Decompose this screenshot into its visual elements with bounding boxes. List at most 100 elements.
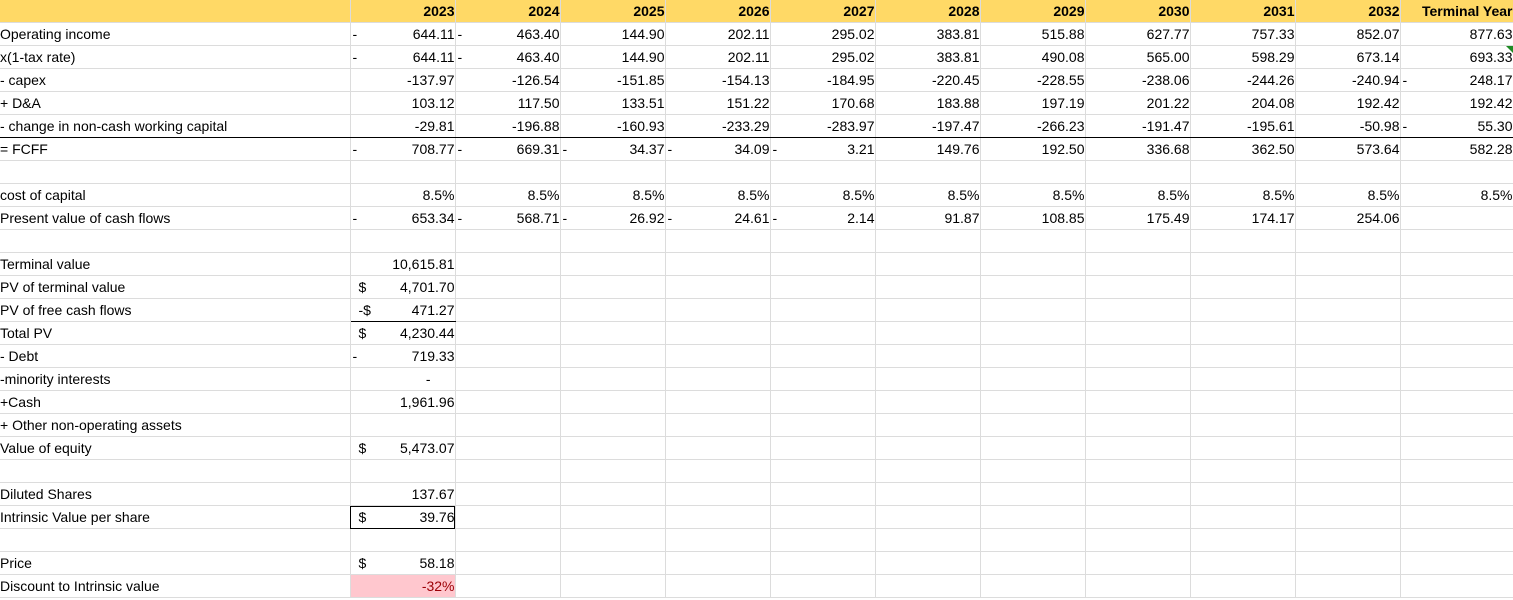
empty-cell[interactable] [1085, 344, 1191, 368]
empty-cell[interactable] [1295, 482, 1401, 506]
empty-cell[interactable] [665, 252, 771, 276]
empty-cell[interactable] [1295, 160, 1401, 184]
empty-cell[interactable] [455, 459, 561, 483]
value-cell[interactable]: - 669.31 [455, 137, 561, 161]
value-cell[interactable]: -191.47 [1085, 114, 1191, 138]
empty-cell[interactable] [980, 252, 1086, 276]
value-cell[interactable]: 144.90 [560, 45, 666, 69]
empty-cell[interactable] [1085, 413, 1191, 437]
value-cell[interactable]: 582.28 [1400, 137, 1513, 161]
value-cell[interactable]: 91.87 [875, 206, 981, 230]
value-cell[interactable]: 151.22 [665, 91, 771, 115]
row-label[interactable]: cost of capital [0, 183, 351, 207]
empty-cell[interactable] [980, 390, 1086, 414]
empty-cell[interactable] [770, 574, 876, 598]
empty-cell[interactable] [1190, 551, 1296, 575]
value-cell[interactable]: 204.08 [1190, 91, 1296, 115]
value-cell[interactable]: 362.50 [1190, 137, 1296, 161]
empty-cell[interactable] [1085, 436, 1191, 460]
value-cell[interactable]: 757.33 [1190, 22, 1296, 46]
empty-cell[interactable] [455, 551, 561, 575]
empty-cell[interactable] [875, 275, 981, 299]
empty-cell[interactable] [455, 505, 561, 529]
value-cell[interactable]: -197.47 [875, 114, 981, 138]
value-cell[interactable]: -228.55 [980, 68, 1086, 92]
value-cell[interactable]: 103.12 [350, 91, 456, 115]
empty-cell[interactable] [1400, 367, 1513, 391]
value-cell[interactable]: - 463.40 [455, 22, 561, 46]
empty-cell[interactable] [875, 344, 981, 368]
value-cell[interactable]: -32% [350, 574, 456, 598]
value-cell[interactable]: 8.5% [1085, 183, 1191, 207]
empty-cell[interactable] [455, 482, 561, 506]
empty-cell[interactable] [770, 390, 876, 414]
empty-cell[interactable] [665, 551, 771, 575]
row-label[interactable]: Diluted Shares [0, 482, 351, 506]
value-cell[interactable]: - 653.34 [350, 206, 456, 230]
row-label[interactable]: PV of free cash flows [0, 298, 351, 322]
value-cell[interactable]: 852.07 [1295, 22, 1401, 46]
value-cell[interactable]: 201.22 [1085, 91, 1191, 115]
empty-cell[interactable] [770, 160, 876, 184]
empty-cell[interactable] [455, 528, 561, 552]
empty-cell[interactable] [1190, 459, 1296, 483]
empty-cell[interactable] [1400, 252, 1513, 276]
empty-cell[interactable] [560, 367, 666, 391]
empty-cell[interactable] [560, 229, 666, 253]
empty-cell[interactable] [1295, 436, 1401, 460]
header-year[interactable]: 2025 [560, 0, 666, 23]
empty-cell[interactable] [875, 436, 981, 460]
value-cell[interactable]: -$ 471.27 [350, 298, 456, 322]
value-cell[interactable]: -196.88 [455, 114, 561, 138]
value-cell[interactable]: 10,615.81 [350, 252, 456, 276]
empty-cell[interactable] [770, 551, 876, 575]
empty-cell[interactable] [560, 252, 666, 276]
empty-cell[interactable] [455, 229, 561, 253]
empty-cell[interactable] [1295, 321, 1401, 345]
empty-cell[interactable] [1295, 275, 1401, 299]
empty-cell[interactable] [1295, 574, 1401, 598]
empty-cell[interactable] [980, 344, 1086, 368]
value-cell[interactable]: 192.42 [1295, 91, 1401, 115]
empty-cell[interactable] [665, 390, 771, 414]
empty-cell[interactable] [665, 321, 771, 345]
row-label[interactable]: -minority interests [0, 367, 351, 391]
empty-cell[interactable] [1295, 459, 1401, 483]
empty-cell[interactable] [875, 160, 981, 184]
value-cell[interactable]: 598.29 [1190, 45, 1296, 69]
empty-cell[interactable] [665, 275, 771, 299]
empty-cell[interactable] [1190, 390, 1296, 414]
value-cell[interactable]: 693.33 [1400, 45, 1513, 69]
header-year[interactable]: 2032 [1295, 0, 1401, 23]
empty-cell[interactable] [350, 229, 456, 253]
empty-cell[interactable] [1400, 528, 1513, 552]
empty-cell[interactable] [875, 413, 981, 437]
value-cell[interactable]: 515.88 [980, 22, 1086, 46]
empty-cell[interactable] [455, 574, 561, 598]
value-cell[interactable]: - 644.11 [350, 22, 456, 46]
value-cell[interactable]: -220.45 [875, 68, 981, 92]
value-cell[interactable]: 108.85 [980, 206, 1086, 230]
empty-cell[interactable] [455, 344, 561, 368]
empty-cell[interactable] [560, 574, 666, 598]
row-label[interactable]: Value of equity [0, 436, 351, 460]
empty-cell[interactable] [665, 482, 771, 506]
empty-cell[interactable] [1085, 275, 1191, 299]
value-cell[interactable]: $4,230.44 [350, 321, 456, 345]
empty-cell[interactable] [1085, 390, 1191, 414]
empty-cell[interactable] [1400, 275, 1513, 299]
empty-cell[interactable] [1400, 321, 1513, 345]
value-cell[interactable]: 144.90 [560, 22, 666, 46]
empty-cell[interactable] [1295, 551, 1401, 575]
value-cell[interactable]: - 55.30 [1400, 114, 1513, 138]
row-label[interactable]: x(1-tax rate) [0, 45, 351, 69]
value-cell[interactable]: 117.50 [455, 91, 561, 115]
empty-cell[interactable] [455, 436, 561, 460]
empty-cell[interactable] [350, 459, 456, 483]
value-cell[interactable]: 183.88 [875, 91, 981, 115]
value-cell[interactable]: -29.81 [350, 114, 456, 138]
empty-cell[interactable] [980, 160, 1086, 184]
row-label[interactable]: Terminal value [0, 252, 351, 276]
empty-cell[interactable] [1085, 298, 1191, 322]
header-year[interactable]: 2029 [980, 0, 1086, 23]
